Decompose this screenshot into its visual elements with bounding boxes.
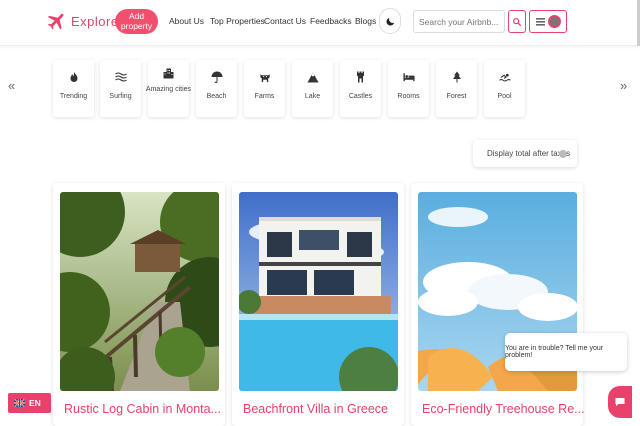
chat-icon — [615, 398, 625, 406]
category-label: Amazing cities — [145, 86, 192, 93]
listing-card-1[interactable]: Rustic Log Cabin in Monta... — [53, 183, 225, 426]
category-label: Pool — [497, 93, 512, 100]
tax-toggle-label: Display total after taxes — [487, 149, 571, 158]
city-icon — [163, 67, 175, 79]
brand-name: Explore — [71, 13, 119, 29]
tree-icon — [451, 71, 463, 83]
search-input[interactable] — [413, 10, 505, 33]
tower-icon — [355, 71, 367, 83]
user-menu-button[interactable] — [529, 10, 567, 33]
category-beach[interactable]: Beach — [196, 60, 237, 117]
category-rooms[interactable]: Rooms — [388, 60, 429, 117]
category-label: Castles — [348, 93, 373, 100]
category-label: Surfing — [109, 93, 132, 100]
uk-flag-icon — [14, 399, 25, 407]
hamburger-icon — [535, 17, 545, 25]
chat-message-bubble[interactable]: You are in trouble? Tell me your problem… — [505, 333, 627, 371]
chat-launcher-button[interactable] — [608, 386, 632, 418]
language-code: EN — [29, 398, 41, 408]
brand-logo[interactable]: Explore — [46, 10, 119, 32]
avatar — [547, 15, 561, 28]
search-icon — [513, 17, 522, 26]
carousel-prev-button[interactable]: « — [8, 78, 15, 93]
waves-icon — [114, 71, 127, 83]
nav-about-us[interactable]: About Us — [169, 16, 204, 26]
dark-mode-toggle[interactable] — [379, 8, 401, 34]
umbrella-icon — [211, 71, 223, 83]
listing-title[interactable]: Beachfront Villa in Greece — [243, 402, 388, 416]
top-navbar: Explore Add property About Us Top Proper… — [0, 0, 640, 46]
fire-icon — [68, 71, 80, 83]
category-label: Forest — [446, 93, 467, 100]
listing-photo-log-cabin[interactable] — [60, 192, 219, 391]
swimmer-icon — [498, 71, 511, 83]
nav-feedbacks[interactable]: Feedbacks — [310, 16, 352, 26]
category-label: Farms — [254, 93, 275, 100]
toggle-switch[interactable] — [559, 150, 567, 158]
category-forest[interactable]: Forest — [436, 60, 477, 117]
search-button[interactable] — [508, 10, 526, 33]
category-farms[interactable]: Farms — [244, 60, 285, 117]
listing-card-3[interactable]: Eco-Friendly Treehouse Re... — [411, 183, 585, 426]
listing-photo-villa[interactable] — [239, 192, 398, 391]
add-property-button[interactable]: Add property — [115, 9, 158, 34]
category-label: Lake — [304, 93, 321, 100]
category-label: Rooms — [397, 93, 420, 100]
tax-toggle[interactable]: Display total after taxes — [473, 140, 577, 167]
category-label: Trending — [59, 93, 88, 100]
category-trending[interactable]: Trending — [53, 60, 94, 117]
bed-icon — [402, 71, 415, 83]
cow-icon — [259, 71, 271, 83]
nav-contact-us[interactable]: Contact Us — [264, 16, 306, 26]
category-castles[interactable]: Castles — [340, 60, 381, 117]
category-label: Beach — [206, 93, 227, 100]
category-pool[interactable]: Pool — [484, 60, 525, 117]
airplane-icon — [47, 13, 64, 30]
moon-icon — [386, 17, 394, 25]
listing-title[interactable]: Rustic Log Cabin in Monta... — [64, 402, 221, 416]
nav-blogs[interactable]: Blogs — [355, 16, 376, 26]
language-selector[interactable]: EN — [8, 393, 51, 413]
category-lake[interactable]: Lake — [292, 60, 333, 117]
mountain-icon — [307, 71, 319, 83]
nav-top-properties[interactable]: Top Properties — [210, 16, 265, 26]
category-amazing-cities[interactable]: Amazing cities — [145, 60, 192, 117]
listing-card-2[interactable]: Beachfront Villa in Greece — [232, 183, 404, 426]
category-surfing[interactable]: Surfing — [100, 60, 141, 117]
carousel-next-button[interactable]: » — [620, 78, 627, 93]
listing-title[interactable]: Eco-Friendly Treehouse Re... — [422, 402, 585, 416]
